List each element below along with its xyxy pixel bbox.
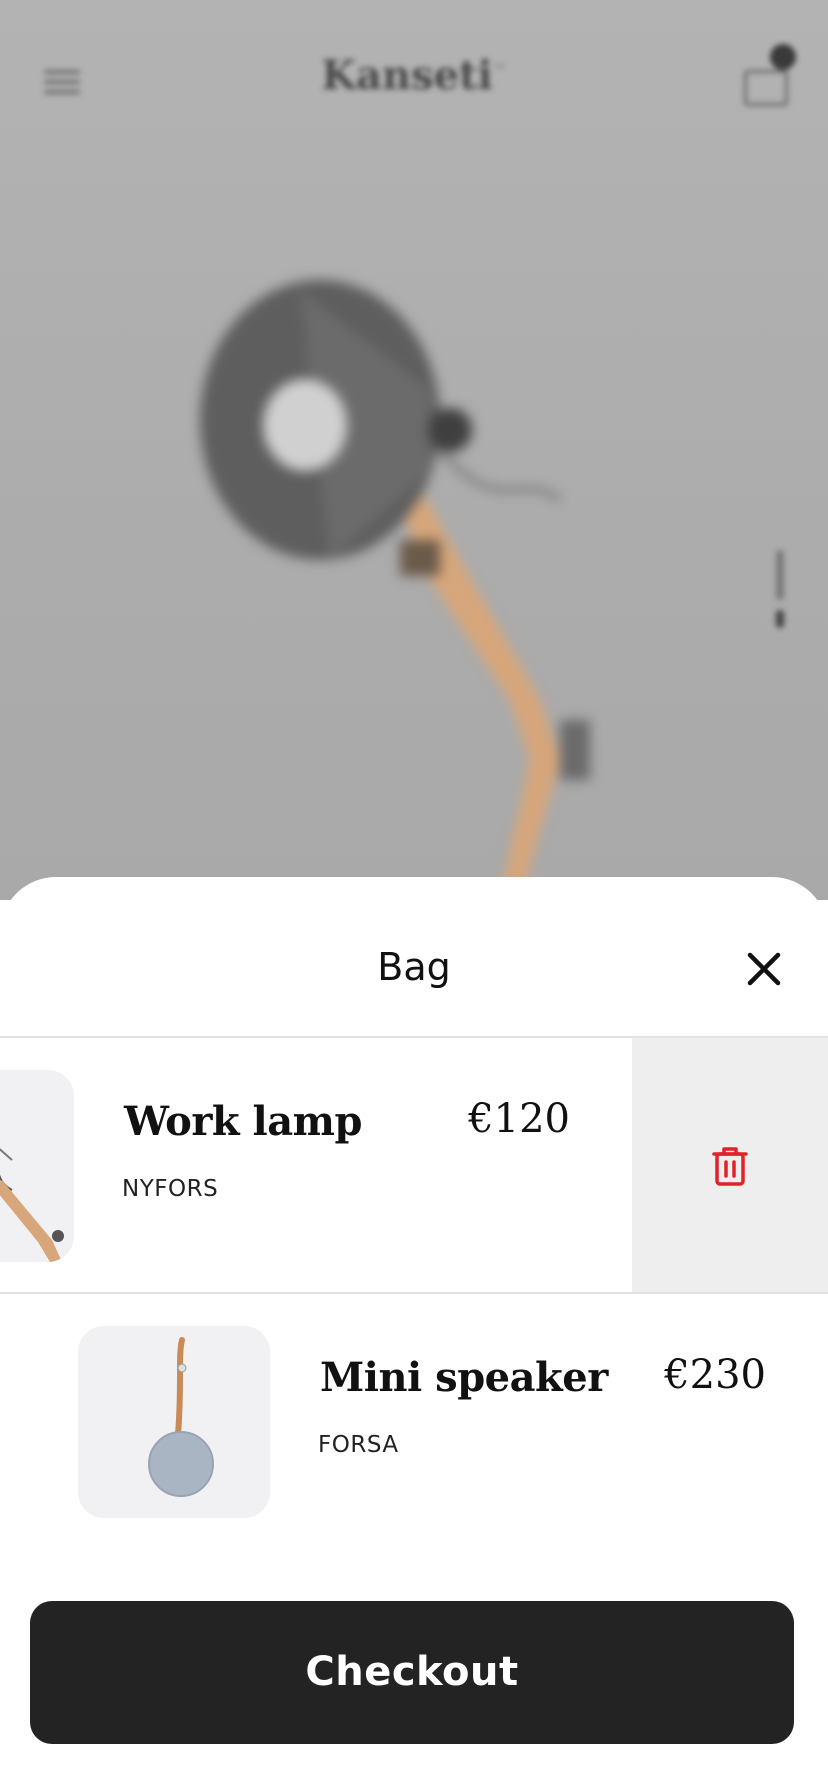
mini-speaker-thumbnail bbox=[78, 1326, 270, 1518]
bag-item-content[interactable]: Work lamp €120 NYFORS bbox=[0, 1038, 632, 1292]
product-page-background: Kanseti™ bbox=[0, 0, 828, 900]
bag-sheet-header: Bag bbox=[0, 877, 828, 1037]
work-lamp-thumbnail bbox=[0, 1070, 74, 1262]
close-button[interactable] bbox=[740, 945, 788, 993]
item-thumbnail bbox=[0, 1070, 74, 1262]
delete-item-button[interactable] bbox=[632, 1038, 828, 1292]
bag-title: Bag bbox=[377, 945, 451, 989]
item-brand: NYFORS bbox=[122, 1176, 219, 1202]
shopping-bag-icon[interactable] bbox=[740, 44, 796, 106]
top-navigation-bar: Kanseti™ bbox=[0, 0, 828, 160]
bag-item-row[interactable]: Work lamp €120 NYFORS bbox=[0, 1038, 828, 1292]
item-price: €120 bbox=[468, 1096, 570, 1142]
close-icon bbox=[747, 952, 781, 986]
image-pager-indicator bbox=[772, 550, 788, 630]
item-name: Work lamp bbox=[124, 1098, 362, 1145]
item-price: €230 bbox=[664, 1352, 766, 1398]
item-brand: FORSA bbox=[318, 1432, 399, 1458]
trash-icon bbox=[712, 1147, 748, 1186]
item-thumbnail bbox=[78, 1326, 270, 1518]
item-name: Mini speaker bbox=[320, 1354, 608, 1401]
bag-item-content[interactable]: Mini speaker €230 FORSA bbox=[0, 1294, 828, 1548]
checkout-button[interactable]: Checkout bbox=[30, 1601, 794, 1744]
bag-item-row[interactable]: Mini speaker €230 FORSA bbox=[0, 1294, 828, 1548]
bag-count-badge bbox=[770, 44, 796, 70]
brand-logo: Kanseti™ bbox=[321, 52, 507, 99]
